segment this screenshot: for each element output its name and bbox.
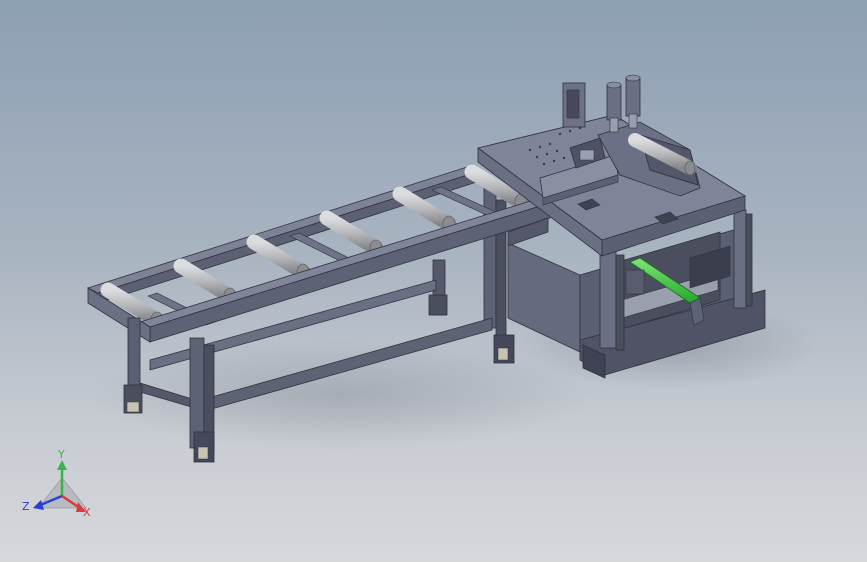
cad-viewport[interactable]: Y Z X xyxy=(0,0,867,562)
cylinder-right[interactable] xyxy=(625,74,641,129)
triad-z-label: Z xyxy=(22,500,30,513)
triad-y-arrow xyxy=(57,460,67,470)
conveyor-far-rail xyxy=(86,165,482,294)
model-canvas[interactable]: Y Z X xyxy=(0,0,867,562)
view-triad[interactable]: Y Z X xyxy=(22,448,91,519)
triad-x-label: X xyxy=(83,506,91,519)
triad-y-label: Y xyxy=(57,448,65,461)
triad-z-arrow xyxy=(33,500,44,510)
roller-5[interactable] xyxy=(392,186,457,233)
back-plate xyxy=(562,82,586,128)
